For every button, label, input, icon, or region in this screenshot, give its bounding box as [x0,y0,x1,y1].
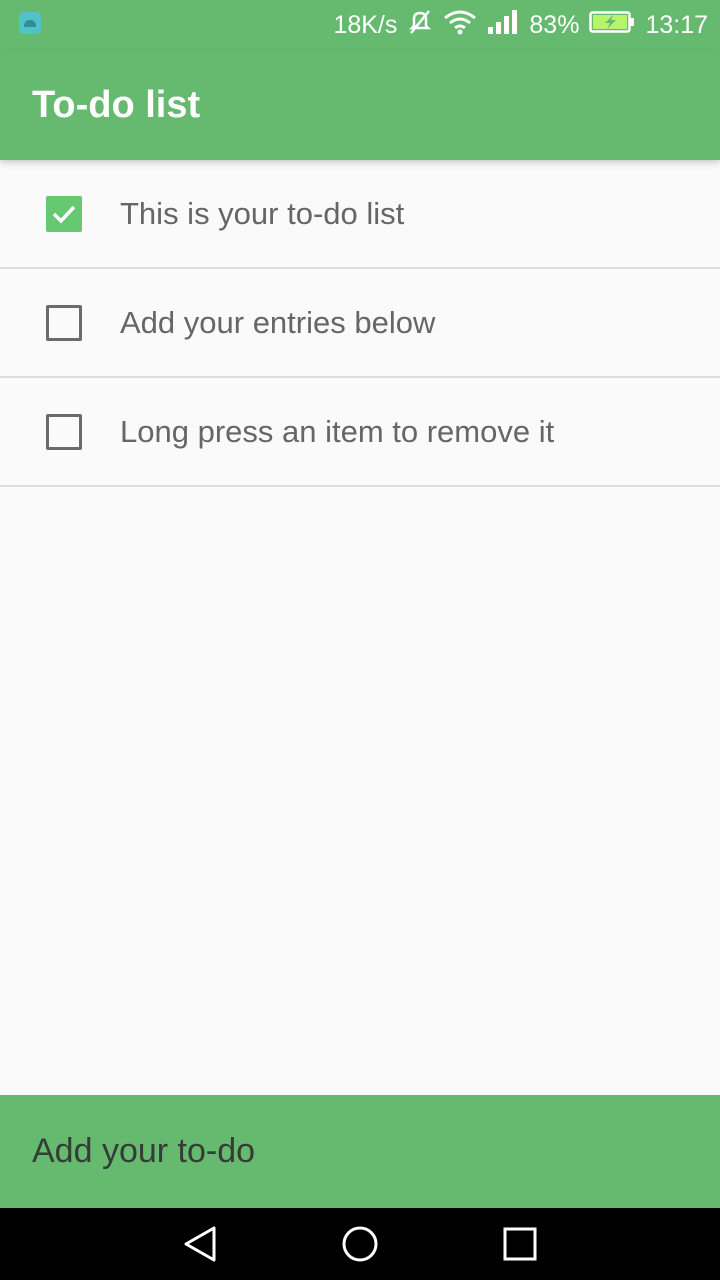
add-todo-input[interactable]: Add your to-do [32,1132,255,1171]
list-item[interactable]: Add your entries below [0,269,720,378]
home-icon[interactable] [333,1217,387,1271]
wifi-icon [443,9,477,42]
mute-icon [407,8,433,43]
network-speed: 18K/s [333,10,398,39]
android-notification-icon [18,11,42,40]
status-bar: 18K/s 83% 13:17 [0,0,720,50]
page-title: To-do list [32,83,201,126]
list-item[interactable]: Long press an item to remove it [0,378,720,487]
checkbox-checked[interactable] [46,195,82,232]
battery-percent: 83% [529,10,580,39]
todo-list: This is your to-do list Add your entries… [0,160,720,487]
list-item-label: Add your entries below [120,304,436,340]
signal-icon [487,9,519,42]
list-item-label: Long press an item to remove it [120,413,555,449]
add-todo-bar: Add your to-do [0,1095,720,1208]
battery-charging-icon [589,10,635,41]
app-bar: To-do list [0,50,720,160]
back-icon[interactable] [173,1217,227,1271]
checkbox-unchecked[interactable] [46,413,82,450]
recents-icon[interactable] [493,1217,547,1271]
list-item[interactable]: This is your to-do list [0,160,720,269]
checkbox-unchecked[interactable] [46,304,82,341]
system-nav-bar [0,1208,720,1280]
checkmark-icon [52,205,76,224]
list-item-label: This is your to-do list [120,195,405,231]
clock: 13:17 [645,10,708,39]
